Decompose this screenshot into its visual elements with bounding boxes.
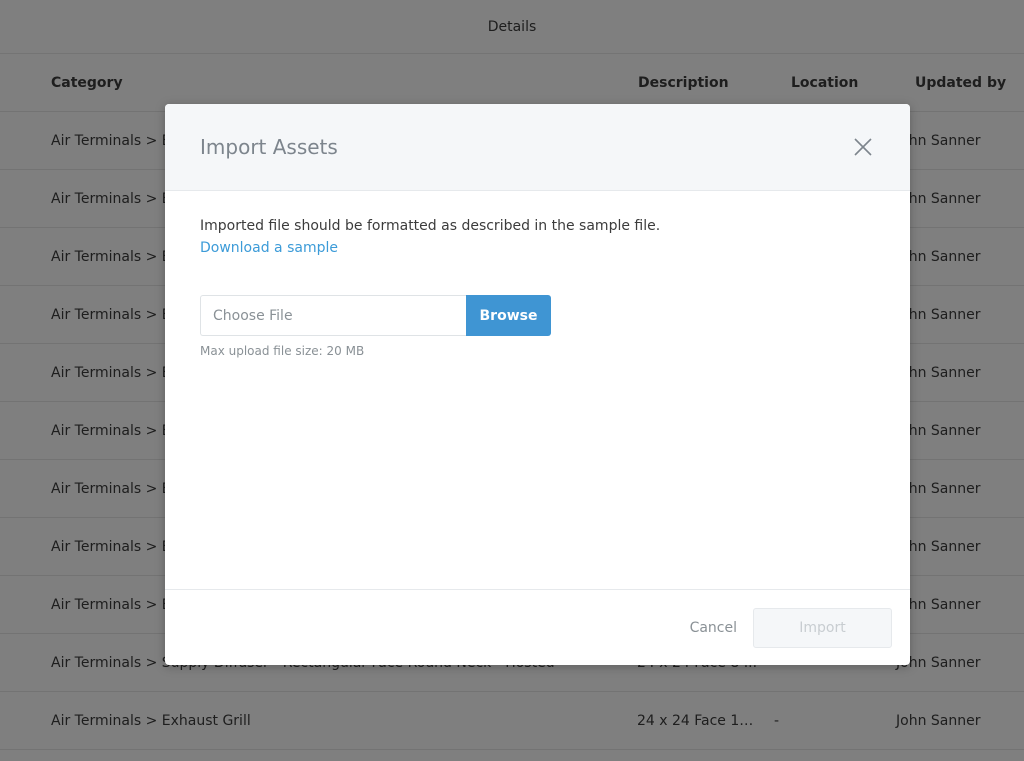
download-sample-link[interactable]: Download a sample bbox=[200, 237, 338, 259]
close-button[interactable] bbox=[854, 138, 872, 156]
close-icon bbox=[854, 138, 872, 156]
cancel-button[interactable]: Cancel bbox=[690, 620, 737, 636]
import-instructions: Imported file should be formatted as des… bbox=[200, 218, 661, 234]
max-upload-size-hint: Max upload file size: 20 MB bbox=[200, 344, 365, 358]
dialog-footer: Cancel Import bbox=[165, 590, 910, 665]
dialog-header: Import Assets bbox=[165, 104, 910, 191]
dialog-title: Import Assets bbox=[200, 135, 338, 159]
file-picker: Choose File Browse bbox=[200, 295, 875, 336]
dialog-body: Imported file should be formatted as des… bbox=[165, 191, 910, 590]
import-assets-dialog: Import Assets Imported file should be fo… bbox=[165, 104, 910, 665]
choose-file-input[interactable]: Choose File bbox=[200, 295, 466, 336]
browse-button[interactable]: Browse bbox=[466, 295, 551, 336]
import-button[interactable]: Import bbox=[753, 607, 892, 648]
